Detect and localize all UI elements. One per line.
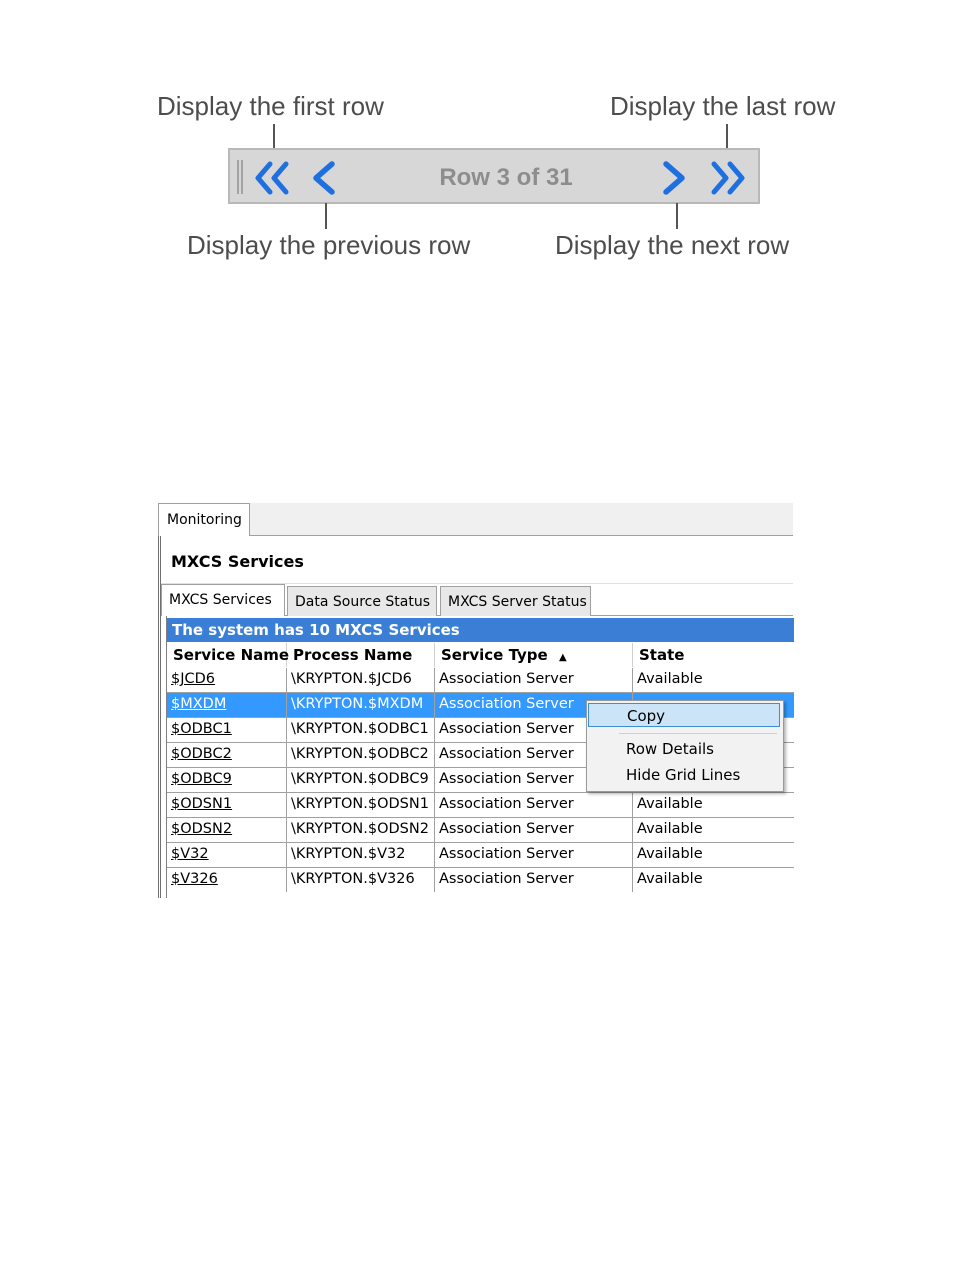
- column-header-label: State: [639, 646, 685, 664]
- process-name-cell: \KRYPTON.$ODBC1: [287, 718, 435, 742]
- table-row[interactable]: $ODSN1 \KRYPTON.$ODSN1 Association Serve…: [167, 793, 794, 818]
- service-name-link[interactable]: $ODBC1: [167, 718, 287, 742]
- row-navigation-bar: Row 3 of 31: [228, 148, 760, 204]
- table-row[interactable]: $V32 \KRYPTON.$V32 Association Server Av…: [167, 843, 794, 868]
- process-name-cell: \KRYPTON.$ODBC2: [287, 743, 435, 767]
- leader-line-next: [676, 203, 678, 229]
- callout-first-row: Display the first row: [157, 91, 384, 121]
- service-name-link[interactable]: $ODSN1: [167, 793, 287, 817]
- process-name-cell: \KRYPTON.$MXDM: [287, 693, 435, 717]
- process-name-cell: \KRYPTON.$V32: [287, 843, 435, 867]
- process-name-cell: \KRYPTON.$V326: [287, 868, 435, 892]
- process-name-cell: \KRYPTON.$ODSN2: [287, 818, 435, 842]
- column-header-label: Service Name: [173, 646, 290, 664]
- tab-mxcs-server-status[interactable]: MXCS Server Status: [440, 586, 591, 616]
- previous-row-icon: [308, 160, 342, 196]
- toolbar-grip-handle[interactable]: [237, 160, 243, 194]
- next-row-button[interactable]: [658, 160, 692, 196]
- tab-data-source-status[interactable]: Data Source Status: [287, 586, 437, 616]
- column-header-process-name[interactable]: Process Name: [287, 643, 435, 667]
- service-name-link[interactable]: $ODBC2: [167, 743, 287, 767]
- column-header-service-name[interactable]: Service Name: [167, 643, 290, 667]
- services-count-banner: The system has 10 MXCS Services: [167, 618, 794, 642]
- menu-item-hide-grid-lines[interactable]: Hide Grid Lines: [588, 763, 780, 787]
- leader-line-first: [273, 124, 275, 150]
- state-cell: Available: [637, 671, 703, 687]
- last-row-button[interactable]: [706, 160, 748, 196]
- service-type-cell: Association Server: [435, 793, 633, 817]
- leader-line-previous: [325, 203, 327, 229]
- leader-line-last: [726, 124, 728, 150]
- state-cell: Available: [637, 796, 703, 812]
- service-type-cell: Association Server: [435, 668, 633, 692]
- process-name-cell: \KRYPTON.$ODBC9: [287, 768, 435, 792]
- tab-mxcs-services[interactable]: MXCS Services: [161, 584, 285, 616]
- tab-monitoring[interactable]: Monitoring: [158, 503, 250, 537]
- service-name-link[interactable]: $V326: [167, 868, 287, 892]
- column-header-state[interactable]: State: [633, 643, 794, 667]
- previous-row-button[interactable]: [308, 160, 342, 196]
- service-name-link[interactable]: $JCD6: [167, 668, 287, 692]
- row-position-label: Row 3 of 31: [439, 164, 573, 191]
- state-cell: Available: [637, 846, 703, 862]
- sort-ascending-icon: ▲: [558, 652, 567, 663]
- service-name-link[interactable]: $V32: [167, 843, 287, 867]
- process-name-cell: \KRYPTON.$ODSN1: [287, 793, 435, 817]
- next-row-icon: [658, 160, 692, 196]
- state-cell: Available: [637, 871, 703, 887]
- last-row-icon: [706, 160, 748, 196]
- service-name-link[interactable]: $ODSN2: [167, 818, 287, 842]
- process-name-cell: \KRYPTON.$JCD6: [287, 668, 435, 692]
- service-type-cell: Association Server: [435, 868, 633, 892]
- table-row[interactable]: $V326 \KRYPTON.$V326 Association Server …: [167, 868, 794, 893]
- service-name-link[interactable]: $MXDM: [167, 693, 287, 717]
- service-name-link[interactable]: $ODBC9: [167, 768, 287, 792]
- panel-title: MXCS Services: [171, 552, 304, 571]
- first-row-button[interactable]: [252, 160, 294, 196]
- context-menu: Copy Row Details Hide Grid Lines: [586, 700, 784, 792]
- table-row[interactable]: $ODSN2 \KRYPTON.$ODSN2 Association Serve…: [167, 818, 794, 843]
- service-type-cell: Association Server: [435, 843, 633, 867]
- menu-separator: [619, 733, 777, 734]
- column-header-service-type[interactable]: Service Type ▲: [435, 643, 633, 667]
- state-cell: Available: [637, 821, 703, 837]
- callout-next-row: Display the next row: [555, 230, 790, 260]
- callout-last-row: Display the last row: [610, 91, 836, 121]
- menu-item-row-details[interactable]: Row Details: [588, 737, 780, 761]
- first-row-icon: [252, 160, 294, 196]
- table-row[interactable]: $JCD6 \KRYPTON.$JCD6 Association Server …: [167, 668, 794, 693]
- column-header-label: Service Type: [441, 646, 548, 664]
- service-type-cell: Association Server: [435, 818, 633, 842]
- top-tab-strip: Monitoring: [158, 503, 793, 537]
- column-header-label: Process Name: [293, 646, 413, 664]
- callout-previous-row: Display the previous row: [187, 230, 471, 260]
- subtab-strip: MXCS Services Data Source Status MXCS Se…: [161, 583, 793, 616]
- menu-item-copy[interactable]: Copy: [588, 703, 780, 727]
